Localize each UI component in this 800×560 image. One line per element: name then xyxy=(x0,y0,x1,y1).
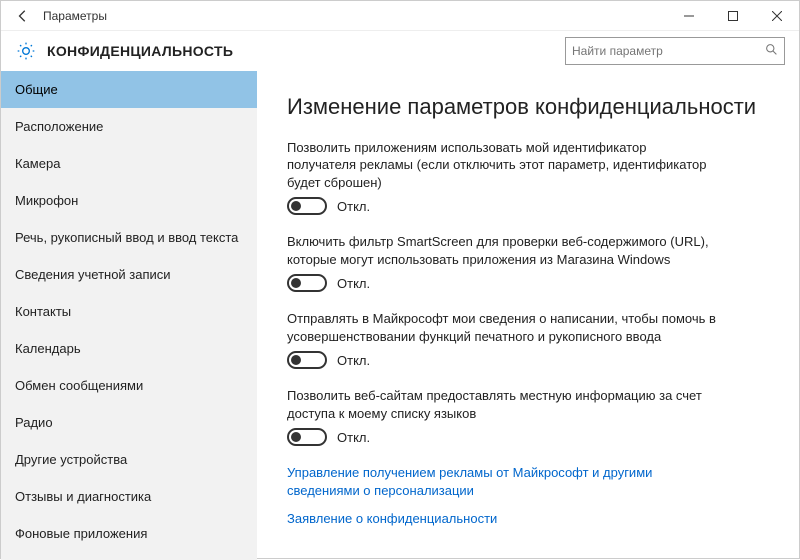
content-heading: Изменение параметров конфиденциальности xyxy=(287,93,769,121)
page-title: КОНФИДЕНЦИАЛЬНОСТЬ xyxy=(47,43,233,59)
toggle-switch[interactable] xyxy=(287,428,327,446)
toggle-state-label: Откл. xyxy=(337,276,370,291)
sidebar-item[interactable]: Речь, рукописный ввод и ввод текста xyxy=(1,219,257,256)
sidebar-item[interactable]: Контакты xyxy=(1,293,257,330)
sidebar-item[interactable]: Микрофон xyxy=(1,182,257,219)
sidebar-item[interactable]: Общие xyxy=(1,71,257,108)
setting-item: Позволить приложениям использовать мой и… xyxy=(287,139,717,216)
sidebar-item[interactable]: Расположение xyxy=(1,108,257,145)
window-controls xyxy=(667,1,799,31)
minimize-icon xyxy=(684,11,694,21)
back-button[interactable] xyxy=(11,4,35,28)
sidebar-item[interactable]: Другие устройства xyxy=(1,441,257,478)
sidebar: ОбщиеРасположениеКамераМикрофонРечь, рук… xyxy=(1,71,257,560)
maximize-icon xyxy=(728,11,738,21)
toggle-state-label: Откл. xyxy=(337,430,370,445)
setting-description: Отправлять в Майкрософт мои сведения о н… xyxy=(287,310,717,345)
header: КОНФИДЕНЦИАЛЬНОСТЬ xyxy=(1,31,799,71)
toggle-state-label: Откл. xyxy=(337,199,370,214)
content-pane: Изменение параметров конфиденциальности … xyxy=(257,71,799,560)
setting-description: Позволить веб-сайтам предоставлять местн… xyxy=(287,387,717,422)
sidebar-item[interactable]: Сведения учетной записи xyxy=(1,256,257,293)
arrow-left-icon xyxy=(16,9,30,23)
setting-description: Позволить приложениям использовать мой и… xyxy=(287,139,717,192)
sidebar-item[interactable]: Фоновые приложения xyxy=(1,515,257,552)
settings-gear-icon xyxy=(15,40,37,62)
toggle-knob xyxy=(291,355,301,365)
setting-description: Включить фильтр SmartScreen для проверки… xyxy=(287,233,717,268)
setting-item: Отправлять в Майкрософт мои сведения о н… xyxy=(287,310,717,369)
search-input[interactable] xyxy=(572,44,759,58)
toggle-knob xyxy=(291,278,301,288)
toggle-row: Откл. xyxy=(287,351,717,369)
setting-item: Позволить веб-сайтам предоставлять местн… xyxy=(287,387,717,446)
close-button[interactable] xyxy=(755,1,799,31)
setting-item: Включить фильтр SmartScreen для проверки… xyxy=(287,233,717,292)
privacy-link[interactable]: Заявление о конфиденциальности xyxy=(287,510,717,528)
toggle-state-label: Откл. xyxy=(337,353,370,368)
search-box[interactable] xyxy=(565,37,785,65)
sidebar-item[interactable]: Обмен сообщениями xyxy=(1,367,257,404)
close-icon xyxy=(772,11,782,21)
window-title: Параметры xyxy=(43,9,107,23)
toggle-switch[interactable] xyxy=(287,274,327,292)
toggle-switch[interactable] xyxy=(287,351,327,369)
sidebar-item[interactable]: Камера xyxy=(1,145,257,182)
maximize-button[interactable] xyxy=(711,1,755,31)
search-icon xyxy=(765,43,778,59)
toggle-knob xyxy=(291,201,301,211)
toggle-row: Откл. xyxy=(287,197,717,215)
minimize-button[interactable] xyxy=(667,1,711,31)
toggle-row: Откл. xyxy=(287,274,717,292)
titlebar: Параметры xyxy=(1,1,799,31)
toggle-switch[interactable] xyxy=(287,197,327,215)
sidebar-item[interactable]: Радио xyxy=(1,404,257,441)
sidebar-item[interactable]: Отзывы и диагностика xyxy=(1,478,257,515)
toggle-knob xyxy=(291,432,301,442)
privacy-link[interactable]: Управление получением рекламы от Майкрос… xyxy=(287,464,717,499)
toggle-row: Откл. xyxy=(287,428,717,446)
sidebar-item[interactable]: Календарь xyxy=(1,330,257,367)
